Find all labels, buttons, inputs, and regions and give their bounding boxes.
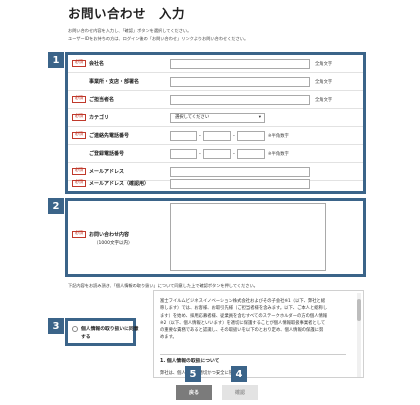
category-select[interactable]: 選択してください ▾: [170, 113, 265, 123]
form-row-company: 必須 会社名 全角文字: [68, 55, 363, 73]
department-label: 事業所・支店・部署名: [89, 79, 140, 85]
callout-badge-3: 3: [48, 318, 64, 334]
contact-phone-part2-input[interactable]: [203, 131, 231, 141]
form-row-department: 事業所・支店・部署名 全角文字: [68, 73, 363, 91]
category-label: カテゴリ: [89, 115, 110, 121]
registered-phone-hint: ※半角数字: [268, 152, 289, 157]
consent-checkbox[interactable]: [72, 326, 78, 332]
registered-phone-part2-input[interactable]: [203, 149, 231, 159]
policy-line: めます。: [160, 335, 177, 341]
registered-phone-part3-input[interactable]: [237, 149, 265, 159]
callout-badge-5: 5: [185, 366, 201, 382]
inquiry-sublabel: （1000文字以内）: [94, 241, 133, 246]
name-hint: 全角文字: [315, 98, 333, 103]
company-label: 会社名: [89, 61, 105, 67]
policy-scrollbar[interactable]: [357, 293, 361, 377]
phone-separator: -: [199, 151, 201, 157]
policy-scrollbar-thumb[interactable]: [357, 299, 361, 321]
contact-phone-part3-input[interactable]: [237, 131, 265, 141]
required-badge: 必須: [72, 114, 86, 121]
email-label: メールアドレス: [89, 169, 125, 175]
email-confirm-input[interactable]: [170, 179, 310, 189]
consent-label-line-2[interactable]: する: [81, 333, 91, 340]
policy-section-heading: 1. 個人情報の取扱について: [160, 359, 220, 364]
page-title: お問い合わせ 入力: [68, 6, 186, 21]
policy-line: ※2（以下、個人情報といいます）を適切に保護することが個人情報取扱事業者として: [160, 320, 326, 326]
required-badge: 必須: [72, 231, 86, 238]
callout-badge-4: 4: [231, 366, 247, 382]
form-row-registered-phone: ご登録電話番号 - - ※半角数字: [68, 145, 363, 163]
callout-badge-1: 1: [48, 52, 64, 68]
department-hint: 全角文字: [315, 80, 333, 85]
form-row-category: 必須 カテゴリ 選択してください ▾: [68, 109, 363, 127]
inquiry-label: お問い合わせ内容: [89, 232, 130, 238]
contact-phone-part1-input[interactable]: [170, 131, 197, 141]
department-input[interactable]: [170, 77, 310, 87]
form-row-name: 必須 ご担当者名 全角文字: [68, 91, 363, 109]
email-confirm-label: メールアドレス（確認用）: [89, 181, 150, 187]
required-badge: 必須: [72, 96, 86, 103]
company-hint: 全角文字: [315, 62, 333, 67]
callout-badge-2: 2: [48, 198, 64, 214]
inquiry-textarea[interactable]: [170, 203, 326, 271]
form-row-email-confirm: 必須 メールアドレス（確認用）: [68, 175, 363, 193]
required-badge: 必須: [72, 60, 86, 67]
policy-line: 富士フイルムビジネスイノベーション株式会社およびその子会社※1（以下、弊社と総: [160, 299, 326, 304]
category-selected-value: 選択してください: [175, 115, 210, 120]
policy-line: 称します）では、お客様、お取引先様（ご担当者様を含みます。以下、ご本人と総称し: [160, 306, 328, 312]
privacy-policy-box[interactable]: 富士フイルムビジネスイノベーション株式会社およびその子会社※1（以下、弊社と総 …: [153, 290, 364, 378]
registered-phone-part1-input[interactable]: [170, 149, 197, 159]
policy-line: ます）を始め、採用応募者様、従業員を含むすべてのステークホルダーの方の個人情報: [160, 313, 328, 319]
form-row-contact-phone: 必須 ご連絡先電話番号 - - ※半角数字: [68, 127, 363, 145]
required-badge: 必須: [72, 180, 86, 187]
phone-separator: -: [199, 133, 201, 139]
phone-separator: -: [233, 133, 235, 139]
registered-phone-label: ご登録電話番号: [89, 151, 125, 157]
required-badge: 必須: [72, 132, 86, 139]
intro-line-1: お問い合わせ内容を入力し、「確認」ボタンを選択してください。: [68, 28, 192, 33]
intro-line-2: ユーザーIDをお持ちの方は、ログイン後の「お問い合わせ」リンクよりお問い合わせく…: [68, 36, 249, 41]
name-label: ご担当者名: [89, 97, 115, 103]
privacy-instruction: 下記内容をお読み頂き、「個人情報の取り扱い」について同意した上で確認ボタンを押し…: [68, 283, 258, 288]
policy-line: の重要な責務であると認識し、その取扱いを以下のとおり定め、個人情報の保護に努: [160, 328, 324, 334]
consent-label-line-1[interactable]: 個人情報の取り扱いに同意: [81, 325, 139, 332]
name-input[interactable]: [170, 95, 310, 105]
required-badge: 必須: [72, 168, 86, 175]
chevron-down-icon: ▾: [258, 115, 261, 120]
phone-separator: -: [233, 151, 235, 157]
confirm-button[interactable]: 確認: [222, 385, 258, 400]
company-input[interactable]: [170, 59, 310, 69]
contact-phone-hint: ※半角数字: [268, 134, 289, 139]
contact-phone-label: ご連絡先電話番号: [89, 133, 130, 139]
back-button[interactable]: 戻る: [176, 385, 212, 400]
consent-checkbox-section: [65, 318, 136, 346]
